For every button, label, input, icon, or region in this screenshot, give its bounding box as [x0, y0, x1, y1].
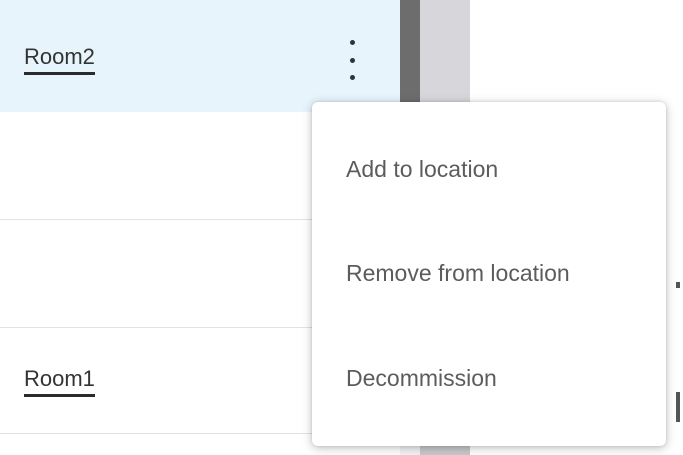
menu-item-remove-from-location[interactable]: Remove from location — [312, 243, 666, 303]
kebab-vertical-icon[interactable] — [340, 40, 364, 80]
menu-item-decommission[interactable]: Decommission — [312, 348, 666, 408]
context-menu: Add to location Remove from location Dec… — [312, 102, 666, 446]
kebab-dot — [349, 40, 355, 45]
kebab-dot — [349, 75, 355, 80]
kebab-dot — [349, 57, 355, 63]
scrollbar-thumb[interactable] — [420, 0, 470, 110]
row-label[interactable]: Room1 — [24, 366, 95, 397]
list-row-room2[interactable]: Room2 — [0, 0, 400, 112]
background-edge-mark — [676, 282, 680, 288]
background-edge-mark — [676, 392, 680, 422]
row-label[interactable]: Room2 — [24, 44, 95, 75]
menu-item-add-to-location[interactable]: Add to location — [312, 139, 666, 199]
scrollbar-track[interactable] — [400, 0, 420, 110]
